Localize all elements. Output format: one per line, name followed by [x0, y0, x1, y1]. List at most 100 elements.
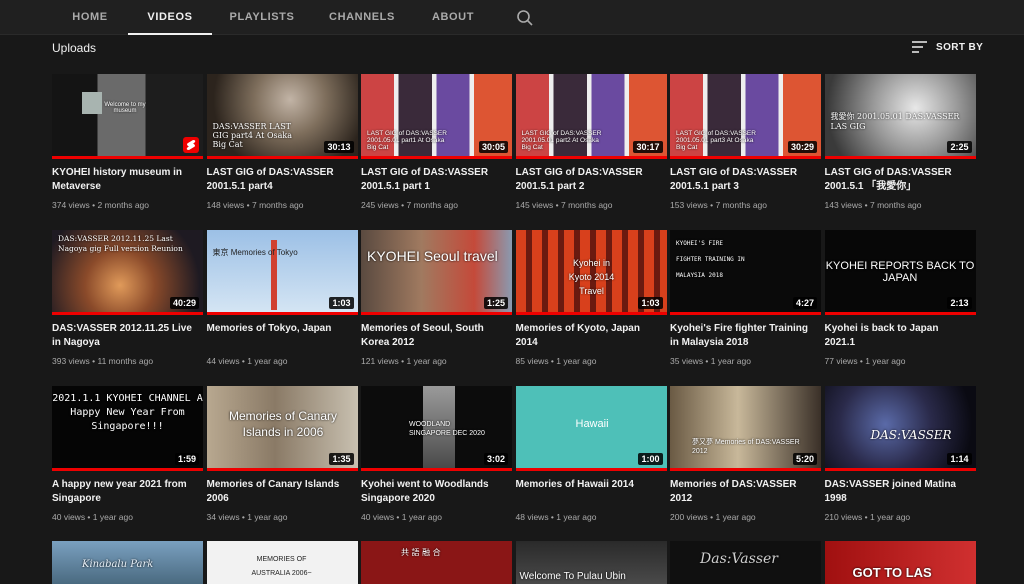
video-thumbnail[interactable]: DAS:VASSER 2012.11.25 Last Nagoya gig Fu…: [52, 230, 203, 315]
video-meta: 40 views • 1 year ago: [361, 512, 442, 522]
video-card[interactable]: Welcome to my museum KYOHEI history muse…: [52, 74, 203, 214]
video-title[interactable]: LAST GIG of DAS:VASSER 2001.5.1 part 2: [516, 166, 667, 194]
video-duration: 2:25: [947, 141, 972, 153]
sort-by-label: SORT BY: [936, 41, 984, 53]
video-title[interactable]: Memories of Hawaii 2014: [516, 478, 667, 506]
video-thumbnail[interactable]: Das:Vasser: [670, 541, 821, 584]
thumbnail-caption: KYOHEI'S FIRE FIGHTER TRAINING IN MALAYS…: [676, 240, 745, 279]
video-thumbnail[interactable]: 夢又夢 Memories of DAS:VASSER 2012 5:20: [670, 386, 821, 471]
video-meta: 143 views • 7 months ago: [824, 200, 922, 210]
video-duration: 30:17: [633, 141, 663, 153]
video-thumbnail[interactable]: KYOHEI Seoul travel 1:25: [361, 230, 512, 315]
video-meta: 44 views • 1 year ago: [206, 356, 288, 366]
tab-channels[interactable]: CHANNELS: [312, 0, 412, 35]
sort-by-button[interactable]: SORT BY: [912, 38, 983, 56]
video-card[interactable]: LAST GIG of DAS:VASSER 2001.05.01 part3 …: [670, 74, 821, 214]
video-meta: 35 views • 1 year ago: [670, 356, 751, 366]
video-card[interactable]: 2021.1.1 KYOHEI CHANNEL A Happy New Year…: [52, 386, 203, 526]
video-card[interactable]: Kyohei in Kyoto 2014 Travel 1:03 Memorie…: [515, 230, 667, 370]
video-duration: 1:35: [329, 453, 354, 465]
video-title[interactable]: KYOHEI history museum in Metaverse: [52, 166, 203, 194]
video-meta: 121 views • 1 year ago: [361, 356, 447, 366]
video-title[interactable]: Memories of DAS:VASSER 2012: [670, 478, 821, 506]
video-title[interactable]: LAST GIG of DAS:VASSER 2001.5.1 「我愛你」: [825, 166, 976, 194]
video-thumbnail[interactable]: MEMORIES OF AUSTRALIA 2006~: [206, 541, 358, 584]
watch-progress-bar: [206, 468, 358, 471]
video-title[interactable]: DAS:VASSER joined Matina 1998: [825, 478, 976, 506]
video-title[interactable]: A happy new year 2021 from Singapore: [52, 478, 203, 506]
watch-progress-bar: [206, 156, 358, 159]
video-thumbnail[interactable]: DAS:VASSER LAST GIG part4 At Osaka Big C…: [206, 74, 358, 159]
video-title[interactable]: LAST GIG of DAS:VASSER 2001.5.1 part4: [207, 166, 358, 194]
video-title[interactable]: Kyohei went to Woodlands Singapore 2020: [361, 478, 512, 506]
video-thumbnail[interactable]: Welcome To Pulau Ubin: [515, 541, 667, 584]
search-icon[interactable]: [516, 9, 534, 27]
watch-progress-bar: [361, 468, 512, 471]
watch-progress-bar: [670, 312, 821, 315]
video-title[interactable]: LAST GIG of DAS:VASSER 2001.5.1 part 1: [361, 166, 512, 194]
sort-icon: [912, 41, 927, 53]
video-thumbnail[interactable]: 2021.1.1 KYOHEI CHANNEL A Happy New Year…: [52, 386, 203, 471]
video-meta: 85 views • 1 year ago: [515, 356, 597, 366]
video-card[interactable]: DAS:VASSER LAST GIG part4 At Osaka Big C…: [206, 74, 358, 214]
video-meta: 145 views • 7 months ago: [515, 200, 613, 210]
tab-playlists[interactable]: PLAYLISTS: [212, 0, 312, 35]
video-title[interactable]: Memories of Kyoto, Japan 2014: [516, 322, 667, 350]
video-card[interactable]: Memories of Canary Islands in 2006 1:35 …: [206, 386, 358, 526]
video-thumbnail[interactable]: WOODLAND SINGAPORE DEC 2020 3:02: [361, 386, 512, 471]
video-card[interactable]: 我愛你 2001.05.01 DAS:VASSER LAS GIG 2:25 L…: [824, 74, 976, 214]
video-duration: 1:14: [947, 453, 972, 465]
video-title[interactable]: Memories of Seoul, South Korea 2012: [361, 322, 512, 350]
thumbnail-caption: LAST GIG of DAS:VASSER 2001.05.01 part1 …: [367, 130, 447, 151]
video-thumbnail[interactable]: LAST GIG of DAS:VASSER 2001.05.01 part2 …: [515, 74, 667, 159]
video-title[interactable]: LAST GIG of DAS:VASSER 2001.5.1 part 3: [670, 166, 821, 194]
tab-home[interactable]: HOME: [52, 0, 128, 35]
video-card[interactable]: 夢又夢 Memories of DAS:VASSER 2012 5:20 Mem…: [670, 386, 821, 526]
video-title[interactable]: Kyohei is back to Japan 2021.1: [825, 322, 976, 350]
video-thumbnail[interactable]: Memories of Canary Islands in 2006 1:35: [206, 386, 358, 471]
tab-about[interactable]: ABOUT: [412, 0, 494, 35]
video-thumbnail[interactable]: LAST GIG of DAS:VASSER 2001.05.01 part3 …: [670, 74, 821, 159]
video-title[interactable]: Kyohei's Fire fighter Training in Malays…: [670, 322, 821, 350]
thumbnail-caption: 我愛你 2001.05.01 DAS:VASSER LAS GIG: [830, 112, 960, 131]
watch-progress-bar: [361, 312, 512, 315]
video-thumbnail[interactable]: KYOHEI REPORTS BACK TO JAPAN 2:13: [824, 230, 976, 315]
video-card[interactable]: KYOHEI'S FIRE FIGHTER TRAINING IN MALAYS…: [670, 230, 821, 370]
video-card[interactable]: DAS:VASSER 2012.11.25 Last Nagoya gig Fu…: [52, 230, 203, 370]
video-thumbnail[interactable]: KYOHEI'S FIRE FIGHTER TRAINING IN MALAYS…: [670, 230, 821, 315]
video-thumbnail[interactable]: Kyohei in Kyoto 2014 Travel 1:03: [515, 230, 667, 315]
video-card[interactable]: DAS:VASSER 1:14 DAS:VASSER joined Matina…: [824, 386, 976, 526]
video-thumbnail[interactable]: 東京 Memories of Tokyo 1:03: [206, 230, 358, 315]
video-card[interactable]: LAST GIG of DAS:VASSER 2001.05.01 part1 …: [361, 74, 512, 214]
video-title[interactable]: Memories of Tokyo, Japan: [207, 322, 358, 350]
video-title[interactable]: Memories of Canary Islands 2006: [207, 478, 358, 506]
video-meta: 34 views • 1 year ago: [206, 512, 288, 522]
thumbnail-caption: DAS:VASSER: [870, 428, 952, 442]
video-duration: 30:29: [787, 141, 817, 153]
thumbnail-caption: GOT TO LAS: [852, 565, 932, 580]
video-thumbnail[interactable]: Kinabalu Park: [52, 541, 203, 584]
video-thumbnail[interactable]: Hawaii 1:00: [515, 386, 667, 471]
tab-videos[interactable]: VIDEOS: [128, 0, 212, 35]
video-meta: 77 views • 1 year ago: [824, 356, 906, 366]
video-card[interactable]: LAST GIG of DAS:VASSER 2001.05.01 part2 …: [515, 74, 667, 214]
video-title[interactable]: DAS:VASSER 2012.11.25 Live in Nagoya: [52, 322, 203, 350]
thumbnail-caption: KYOHEI REPORTS BACK TO JAPAN: [825, 260, 975, 284]
thumbnail-caption: LAST GIG of DAS:VASSER 2001.05.01 part3 …: [676, 130, 756, 151]
video-card[interactable]: KYOHEI REPORTS BACK TO JAPAN 2:13 Kyohei…: [824, 230, 976, 370]
video-duration: 1:00: [638, 453, 663, 465]
watch-progress-bar: [52, 468, 203, 471]
thumbnail-caption: 東京 Memories of Tokyo: [212, 248, 298, 257]
watch-progress-bar: [824, 468, 976, 471]
video-thumbnail[interactable]: GOT TO LAS: [824, 541, 976, 584]
video-thumbnail[interactable]: DAS:VASSER 1:14: [824, 386, 976, 471]
video-card[interactable]: Hawaii 1:00 Memories of Hawaii 2014 48 v…: [515, 386, 667, 526]
video-thumbnail[interactable]: 我愛你 2001.05.01 DAS:VASSER LAS GIG 2:25: [824, 74, 976, 159]
video-card[interactable]: WOODLAND SINGAPORE DEC 2020 3:02 Kyohei …: [361, 386, 512, 526]
video-card[interactable]: KYOHEI Seoul travel 1:25 Memories of Seo…: [361, 230, 512, 370]
video-thumbnail[interactable]: Welcome to my museum: [52, 74, 203, 159]
video-card[interactable]: 東京 Memories of Tokyo 1:03 Memories of To…: [206, 230, 358, 370]
video-thumbnail[interactable]: 共 語 融 合: [361, 541, 512, 584]
uploads-grid: Welcome to my museum KYOHEI history muse…: [52, 74, 976, 526]
video-thumbnail[interactable]: LAST GIG of DAS:VASSER 2001.05.01 part1 …: [361, 74, 512, 159]
